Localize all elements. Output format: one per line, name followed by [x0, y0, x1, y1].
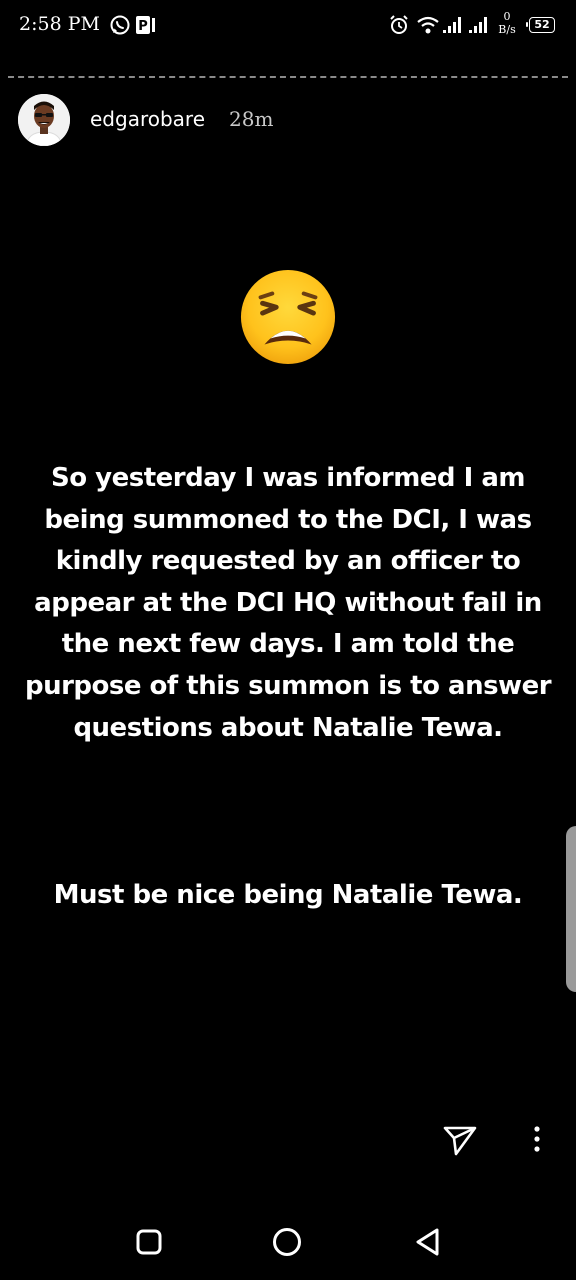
side-panel-handle[interactable]	[566, 826, 576, 992]
signal-icon-2	[469, 17, 487, 33]
story-text: So yesterday I was informed I am being s…	[0, 458, 576, 749]
status-time: 2:58 PM	[19, 13, 100, 35]
story-text-line: the next few days. I am told the	[61, 629, 515, 660]
back-triangle-icon[interactable]	[414, 1227, 442, 1257]
status-bar: 2:58 PM P 0 B/s 52	[0, 0, 576, 52]
battery-indicator: 52	[526, 17, 555, 33]
recents-square-icon[interactable]	[136, 1229, 162, 1255]
more-icon[interactable]	[526, 1124, 548, 1154]
story-progress-bar	[8, 76, 568, 78]
alarm-icon	[390, 15, 408, 34]
navigation-bar	[0, 1200, 576, 1280]
wifi-icon	[417, 16, 439, 34]
story-text-line: questions about Natalie Tewa.	[73, 712, 503, 743]
parking-icon: P	[136, 16, 155, 34]
story-text-line: kindly requested by an officer to	[55, 546, 521, 577]
story-text-line: So yesterday I was informed I am	[51, 463, 525, 493]
signal-icon	[443, 17, 461, 33]
avatar-image	[18, 94, 70, 146]
weary-face-emoji	[240, 269, 336, 365]
story-text-line: appear at the DCI HQ without fail in	[34, 587, 542, 618]
send-icon[interactable]	[442, 1122, 478, 1158]
net-speed-unit: B/s	[498, 23, 516, 36]
avatar[interactable]	[18, 94, 70, 146]
story-text-line: being summoned to the DCI, I was	[44, 504, 532, 535]
svg-text:P: P	[138, 19, 148, 34]
net-speed: 0 B/s	[496, 10, 518, 36]
story-username[interactable]: edgarobare	[90, 107, 205, 131]
net-speed-value: 0	[503, 10, 511, 23]
story-text-line: purpose of this summon is to answer	[24, 670, 552, 701]
home-circle-icon[interactable]	[272, 1227, 302, 1257]
story-time-ago: 28m	[229, 107, 274, 131]
story-text-2: Must be nice being Natalie Tewa.	[53, 880, 523, 910]
whatsapp-icon	[110, 15, 130, 35]
